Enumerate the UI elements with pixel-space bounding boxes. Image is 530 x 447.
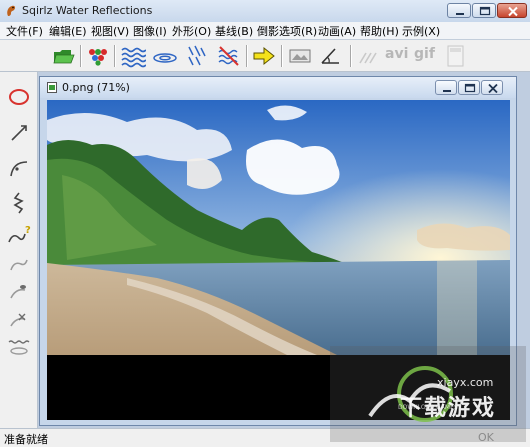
animation-disabled-icon bbox=[359, 52, 377, 64]
cut-tool-icon bbox=[10, 313, 26, 327]
rain-icon[interactable] bbox=[183, 44, 209, 68]
status-bar: 准备就绪 OK bbox=[0, 428, 530, 447]
maximize-icon bbox=[464, 83, 476, 93]
maximize-icon bbox=[479, 6, 491, 16]
image-file-icon bbox=[47, 82, 57, 93]
beach-landscape-image bbox=[47, 100, 510, 420]
line-tool-icon[interactable] bbox=[5, 120, 33, 146]
app-squirrel-icon bbox=[7, 5, 16, 16]
toolbar-separator bbox=[350, 45, 352, 67]
menu-baseline[interactable]: 基线(B) bbox=[215, 23, 253, 39]
no-waves-icon[interactable] bbox=[216, 44, 242, 68]
toolbar-separator bbox=[281, 45, 283, 67]
status-text: 准备就绪 bbox=[4, 433, 48, 446]
curve-tool-icon[interactable] bbox=[5, 156, 33, 182]
image-window: 0.png (71%) bbox=[39, 76, 517, 426]
minimize-button[interactable] bbox=[447, 3, 471, 18]
zigzag-tool-icon[interactable] bbox=[5, 190, 33, 216]
image-window-title: 0.png (71%) bbox=[62, 81, 130, 94]
angle-tool-icon[interactable] bbox=[318, 44, 344, 68]
toolbar-separator bbox=[246, 45, 248, 67]
avi-export-button: avi bbox=[385, 46, 409, 62]
wave-help-tool-icon[interactable]: ? bbox=[5, 222, 33, 248]
gif-export-button: gif bbox=[414, 46, 435, 62]
menu-image[interactable]: 图像(I) bbox=[133, 23, 167, 39]
toolbar: avi gif bbox=[0, 40, 530, 72]
toolbar-grip bbox=[4, 43, 34, 69]
menu-view[interactable]: 视图(V) bbox=[91, 23, 129, 39]
close-icon bbox=[488, 83, 498, 94]
menu-bar: 文件(F) 编辑(E) 视图(V) 图像(I) 外形(O) 基线(B) 倒影选项… bbox=[0, 22, 530, 40]
menu-edit[interactable]: 编辑(E) bbox=[49, 23, 87, 39]
ellipse-tool-icon[interactable] bbox=[5, 84, 33, 110]
maximize-button[interactable] bbox=[472, 3, 496, 18]
ripple-icon[interactable] bbox=[152, 44, 178, 68]
picture-frame-icon[interactable] bbox=[287, 44, 313, 68]
minimize-icon bbox=[443, 90, 451, 92]
color-dots-icon[interactable] bbox=[85, 44, 111, 68]
image-canvas[interactable] bbox=[47, 100, 510, 420]
image-window-maximize-button[interactable] bbox=[458, 80, 480, 95]
menu-shape[interactable]: 外形(O) bbox=[172, 23, 211, 39]
image-window-close-button[interactable] bbox=[481, 80, 503, 95]
menu-reflection-options[interactable]: 倒影选项(R) bbox=[257, 23, 317, 39]
image-window-minimize-button[interactable] bbox=[435, 80, 457, 95]
toolbar-separator bbox=[114, 45, 116, 67]
app-window: Sqirlz Water Reflections 文件(F) 编辑(E) 视图(… bbox=[0, 0, 530, 447]
frames-disabled-icon bbox=[447, 45, 464, 67]
status-ok: OK bbox=[478, 431, 494, 444]
tool-palette: ? bbox=[0, 72, 38, 428]
hook-tool-icon bbox=[10, 259, 28, 271]
minimize-icon bbox=[456, 13, 464, 15]
title-bar: Sqirlz Water Reflections bbox=[0, 0, 530, 23]
menu-file[interactable]: 文件(F) bbox=[6, 23, 43, 39]
open-folder-icon[interactable] bbox=[51, 44, 77, 68]
menu-examples[interactable]: 示例(X) bbox=[402, 23, 440, 39]
menu-animation[interactable]: 动画(A) bbox=[318, 23, 356, 39]
window-title: Sqirlz Water Reflections bbox=[22, 4, 153, 17]
image-window-titlebar[interactable]: 0.png (71%) bbox=[40, 77, 516, 98]
svg-text:?: ? bbox=[25, 225, 31, 236]
close-button[interactable] bbox=[497, 3, 527, 18]
menu-help[interactable]: 帮助(H) bbox=[360, 23, 399, 39]
brush-tool-icon bbox=[10, 285, 26, 299]
arrow-right-icon[interactable] bbox=[251, 44, 277, 68]
toolbar-separator bbox=[80, 45, 82, 67]
waves-icon[interactable] bbox=[120, 44, 146, 68]
ripple-tool-icon bbox=[8, 340, 30, 355]
close-icon bbox=[508, 6, 518, 17]
